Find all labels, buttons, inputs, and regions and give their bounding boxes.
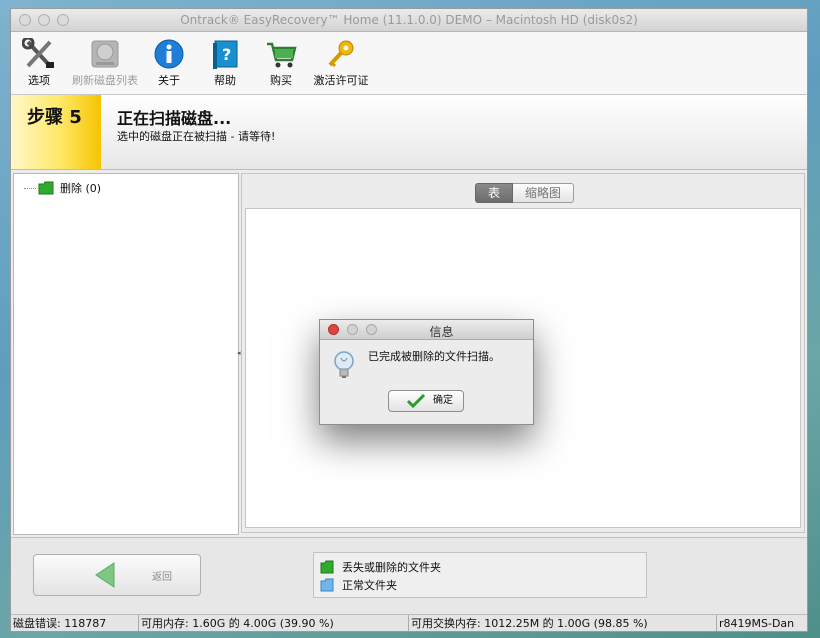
key-icon [328, 40, 354, 68]
step-badge: 步骤 5 [11, 95, 101, 169]
app-window: Ontrack® EasyRecovery™ Home (11.1.0.0) D… [10, 8, 808, 632]
hard-disk-icon [91, 40, 119, 68]
back-label: 返回 [152, 572, 172, 583]
folder-legend: 丢失或删除的文件夹 正常文件夹 [313, 552, 647, 598]
status-disk-errors: 磁盘错误: 118787 [11, 615, 139, 631]
info-dialog: 信息 已完成被删除的文件扫描。 确定 [319, 319, 534, 425]
activate-license-button[interactable]: 激活许可证 [311, 36, 371, 90]
help-button[interactable]: ? 帮助 [203, 36, 247, 90]
back-arrow-icon [95, 562, 115, 588]
help-label: 帮助 [214, 74, 236, 87]
refresh-disk-list-button[interactable]: 刷新磁盘列表 [69, 36, 141, 90]
buy-button[interactable]: 购买 [259, 36, 303, 90]
info-icon [154, 39, 184, 69]
toolbar: 选项 刷新磁盘列表 关于 ? 帮助 购买 激活许可证 [11, 32, 807, 95]
shopping-cart-icon [267, 42, 297, 68]
lightbulb-icon [334, 351, 354, 378]
checkmark-icon [407, 394, 425, 408]
step-subheading: 选中的磁盘正在被扫描 - 请等待! [117, 130, 276, 143]
options-label: 选项 [28, 74, 50, 87]
dialog-message: 已完成被删除的文件扫描。 [368, 350, 500, 363]
step-header: 步骤 5 正在扫描磁盘... 选中的磁盘正在被扫描 - 请等待! [11, 95, 807, 170]
ok-button[interactable]: 确定 [388, 390, 464, 412]
status-swap: 可用交换内存: 1012.25M 的 1.00G (98.85 %) [409, 615, 717, 631]
options-button[interactable]: 选项 [17, 36, 61, 90]
green-folder-icon [320, 560, 334, 574]
step-number: 步骤 5 [27, 107, 82, 128]
help-book-icon: ? [213, 40, 238, 69]
folder-tree-pane: 删除 (0) [13, 173, 239, 535]
tree-item-deleted[interactable]: 删除 (0) [24, 180, 101, 196]
tab-table[interactable]: 表 [475, 183, 514, 203]
activate-license-label: 激活许可证 [313, 74, 369, 87]
buy-label: 购买 [270, 74, 292, 87]
back-button[interactable]: 返回 [33, 554, 201, 596]
title-bar: Ontrack® EasyRecovery™ Home (11.1.0.0) D… [11, 9, 807, 32]
window-title: Ontrack® EasyRecovery™ Home (11.1.0.0) D… [180, 13, 638, 27]
status-memory: 可用内存: 1.60G 的 4.00G (39.90 %) [139, 615, 409, 631]
about-label: 关于 [158, 74, 180, 87]
tab-thumbnail[interactable]: 缩略图 [513, 183, 575, 203]
legend-normal-folders: 正常文件夹 [320, 577, 397, 593]
bottom-panel: 返回 丢失或删除的文件夹 正常文件夹 [11, 537, 807, 614]
legend-lost-label: 丢失或删除的文件夹 [342, 561, 441, 574]
dialog-title: 信息 [429, 325, 454, 339]
step-heading: 正在扫描磁盘... [117, 109, 232, 128]
status-machine: r8419MS-Dan [719, 617, 795, 630]
refresh-disk-list-label: 刷新磁盘列表 [72, 74, 138, 87]
blue-folder-icon [320, 578, 334, 592]
svg-text:?: ? [222, 45, 231, 64]
ok-label: 确定 [433, 395, 453, 406]
status-bar: 磁盘错误: 118787 可用内存: 1.60G 的 4.00G (39.90 … [11, 614, 807, 631]
tools-icon [22, 38, 54, 68]
tree-connector [24, 187, 36, 189]
dialog-title-bar: 信息 [320, 320, 533, 340]
legend-lost-folders: 丢失或删除的文件夹 [320, 559, 441, 575]
green-folder-icon [38, 181, 54, 195]
tree-item-label: 删除 (0) [60, 182, 102, 195]
splitter-handle-icon: ◂ [237, 349, 241, 357]
about-button[interactable]: 关于 [149, 36, 189, 90]
view-tabs: 表 缩略图 [475, 183, 575, 203]
legend-normal-label: 正常文件夹 [342, 579, 397, 592]
